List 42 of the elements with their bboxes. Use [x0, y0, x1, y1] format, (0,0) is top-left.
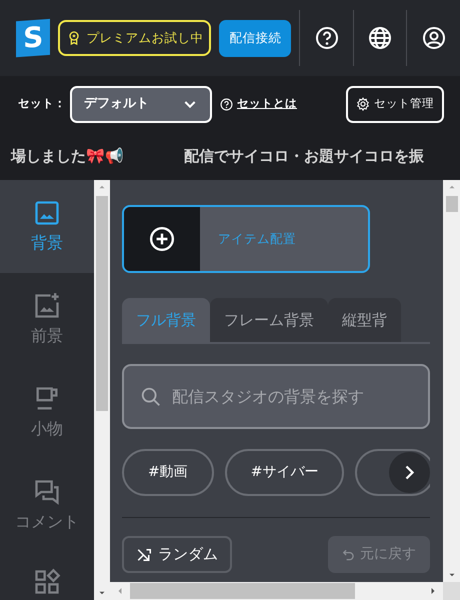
- comment-icon: [33, 478, 61, 506]
- user-icon[interactable]: [422, 26, 446, 50]
- search-input[interactable]: 配信スタジオの背景を探す: [170, 384, 420, 410]
- search-field[interactable]: 配信スタジオの背景を探す: [122, 364, 430, 429]
- sidebar-item[interactable]: コメント: [0, 459, 94, 552]
- chevron-right-icon: [405, 465, 414, 480]
- logo[interactable]: S: [16, 18, 50, 58]
- help-icon: [220, 98, 233, 110]
- tag-chip[interactable]: #サイバー: [224, 449, 344, 496]
- grid-icon: [33, 568, 61, 596]
- next-button[interactable]: [389, 452, 430, 493]
- tag-chip[interactable]: #動画: [122, 449, 214, 496]
- undo-icon: [342, 548, 356, 562]
- scrollbar-thumb[interactable]: [446, 196, 458, 212]
- random-button[interactable]: ランダム: [122, 536, 232, 573]
- ticker-text: 場しました🎀📢: [11, 146, 124, 167]
- scrollbar[interactable]: [110, 582, 443, 600]
- help-icon[interactable]: [314, 26, 339, 50]
- set-label: セット：: [18, 95, 66, 112]
- connect-button[interactable]: 配信接続: [219, 20, 292, 56]
- place-item-button[interactable]: アイテム配置: [122, 205, 370, 273]
- premium-button[interactable]: プレミアムお試し中: [58, 20, 212, 56]
- sidebar-item[interactable]: 背景: [0, 180, 94, 273]
- set-select[interactable]: デフォルト: [70, 86, 212, 122]
- tab[interactable]: フレーム背景: [210, 298, 328, 342]
- scrollbar[interactable]: [443, 180, 460, 582]
- plus-circle-icon: [149, 226, 175, 252]
- scrollbar[interactable]: [94, 180, 110, 600]
- set-manage-button[interactable]: セット管理: [346, 86, 444, 122]
- settings-icon: [356, 97, 370, 111]
- scrollbar-thumb[interactable]: [130, 583, 355, 599]
- image-plus-icon: [33, 292, 61, 320]
- ticker-text: 配信でサイコロ・お題サイコロを振: [184, 146, 424, 167]
- sidebar-item[interactable]: 前景: [0, 273, 94, 366]
- search-icon: [140, 386, 162, 408]
- tab[interactable]: 縦型背: [328, 298, 401, 342]
- scrollbar-thumb[interactable]: [96, 196, 108, 411]
- globe-icon[interactable]: [368, 26, 392, 50]
- image-icon: [33, 198, 61, 226]
- sidebar-item[interactable]: 小物: [0, 366, 94, 459]
- tab[interactable]: フル背景: [122, 298, 210, 342]
- help-link[interactable]: セットとは: [220, 95, 297, 113]
